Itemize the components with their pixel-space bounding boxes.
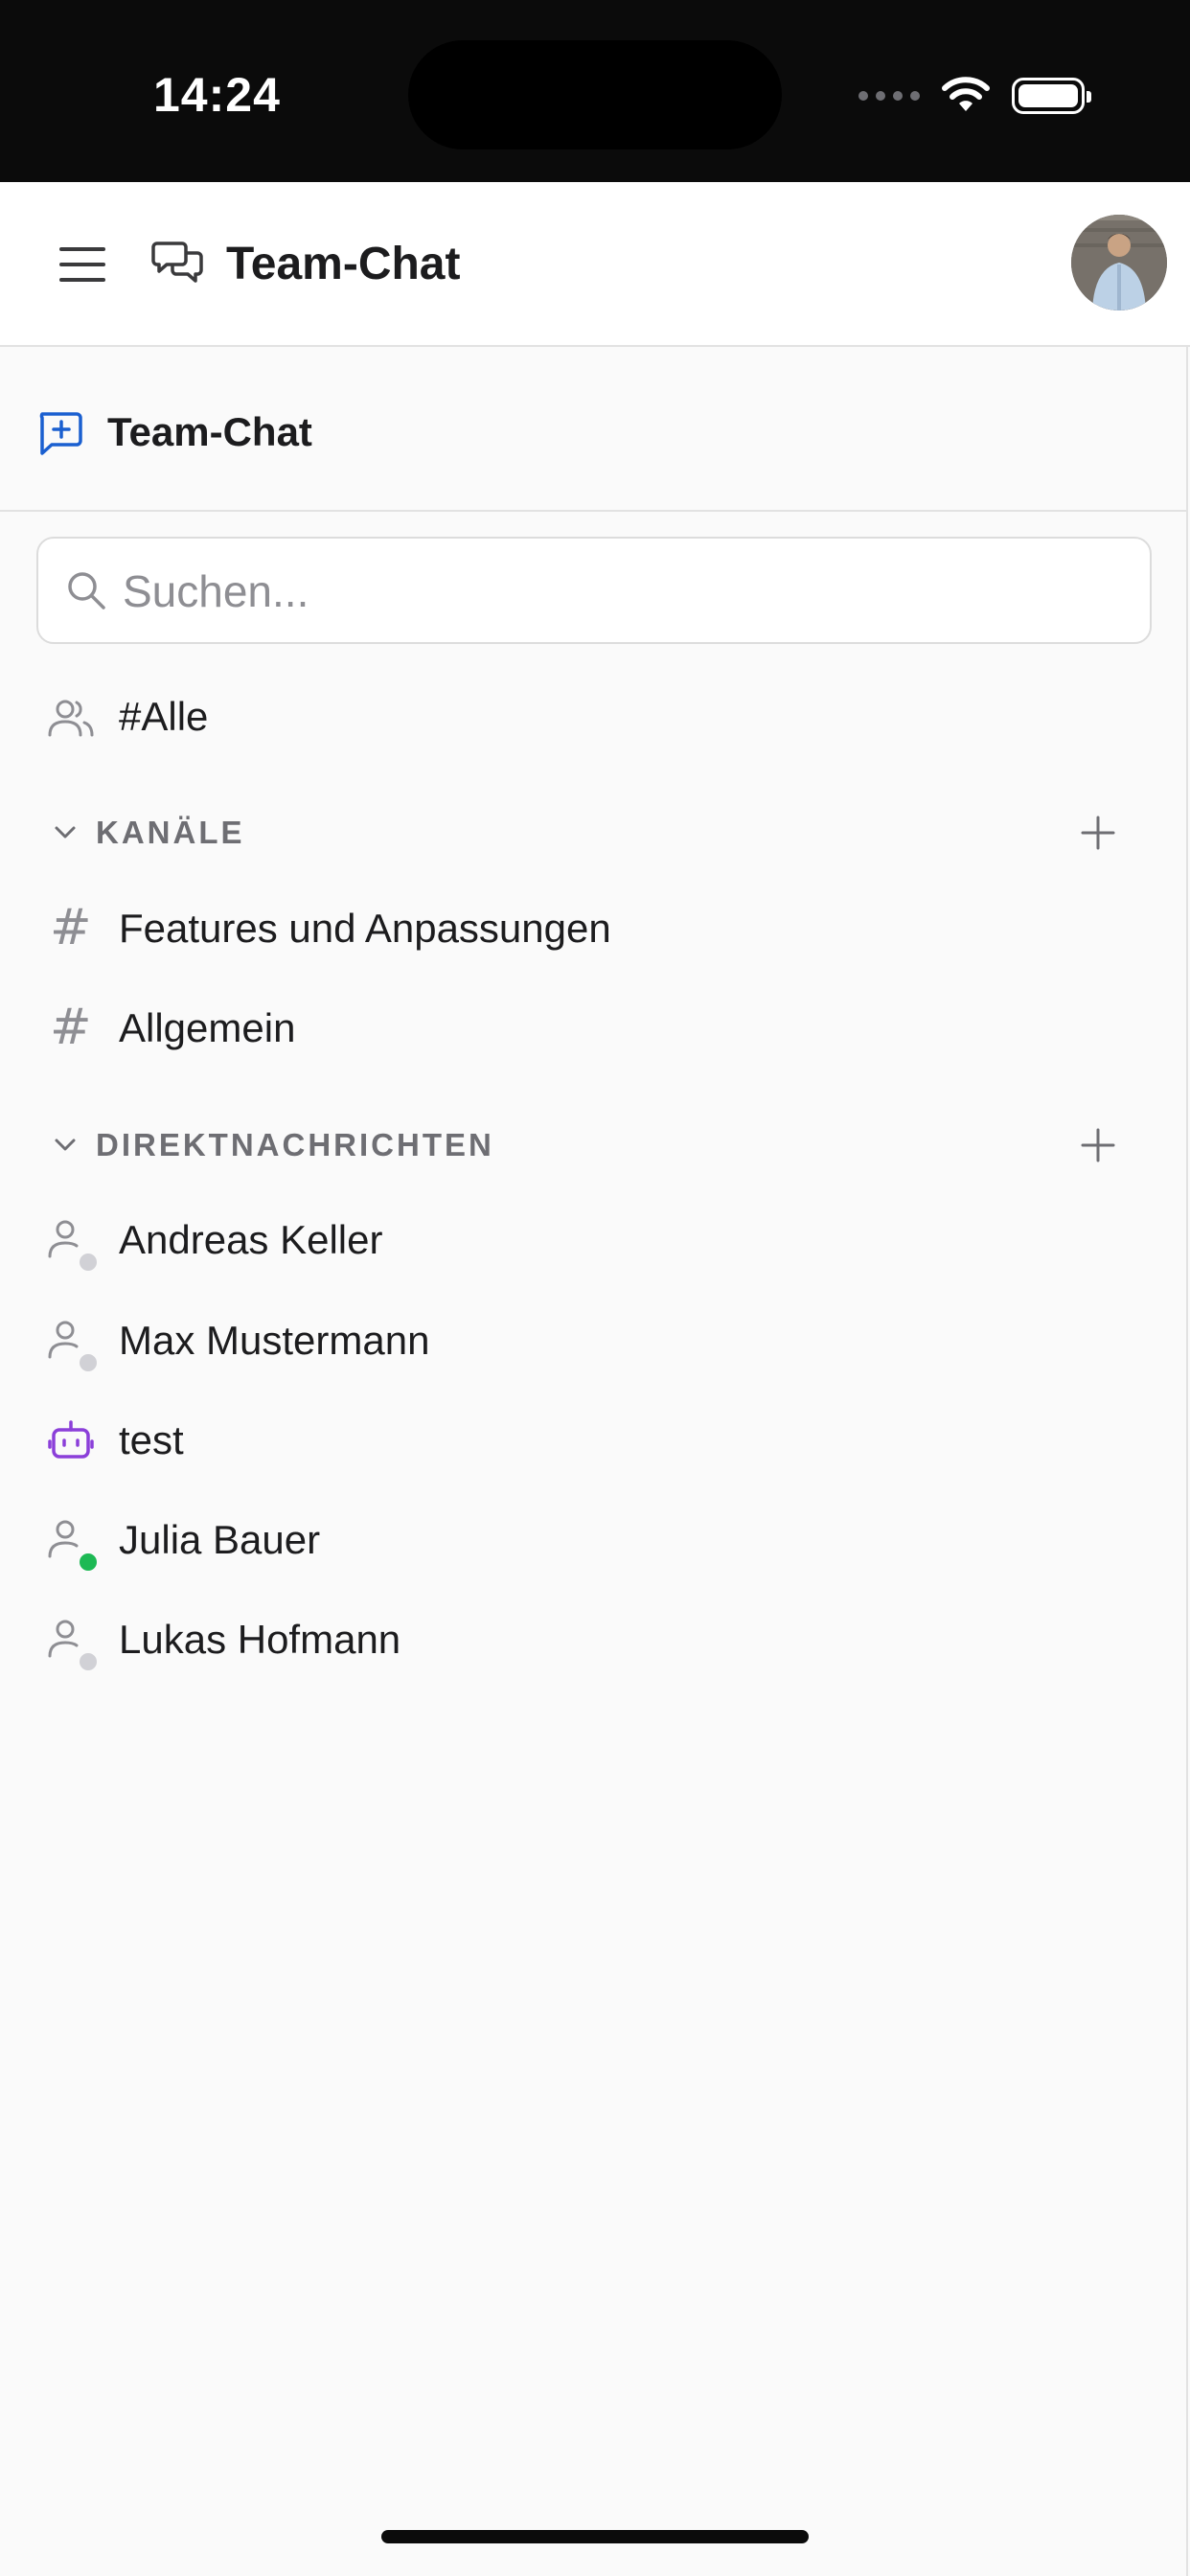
- section-title: Team-Chat: [107, 409, 312, 454]
- dm-label: test: [119, 1417, 184, 1462]
- menu-icon[interactable]: [56, 238, 109, 291]
- search-box: [36, 537, 1152, 644]
- add-direct-message-icon[interactable]: [1075, 1122, 1121, 1168]
- hash-icon: #: [50, 899, 92, 956]
- app-bar: Team-Chat: [0, 182, 1190, 347]
- dm-item[interactable]: Lukas Hofmann: [0, 1597, 1188, 1683]
- dm-item[interactable]: Andreas Keller: [0, 1197, 1188, 1283]
- hash-icon: #: [50, 999, 92, 1056]
- chevron-down-icon: [55, 1138, 76, 1151]
- chat-bubbles-icon: [151, 242, 203, 283]
- channel-item[interactable]: # Allgemein: [0, 985, 1188, 1071]
- presence-offline-indicator: [77, 1351, 100, 1374]
- channels-group-label: KANÄLE: [96, 815, 245, 850]
- dm-label: Julia Bauer: [119, 1517, 321, 1562]
- sidebar-item-all[interactable]: #Alle: [0, 674, 1188, 760]
- status-indicators: [858, 69, 1091, 123]
- chevron-down-icon: [55, 826, 76, 839]
- presence-offline-indicator: [77, 1650, 100, 1673]
- wifi-icon: [942, 77, 990, 111]
- presence-online-indicator: [77, 1551, 100, 1574]
- channel-label: Features und Anpassungen: [119, 906, 611, 951]
- dm-item[interactable]: Julia Bauer: [0, 1497, 1188, 1583]
- home-indicator[interactable]: [381, 2530, 809, 2543]
- channel-label: Allgemein: [119, 1005, 296, 1050]
- search-icon: [68, 572, 105, 610]
- dm-item[interactable]: Max Mustermann: [0, 1298, 1188, 1384]
- status-time: 14:24: [153, 68, 281, 122]
- dm-group-label: DIREKTNACHRICHTEN: [96, 1127, 494, 1162]
- add-channel-icon[interactable]: [1075, 810, 1121, 856]
- page-title: Team-Chat: [226, 239, 461, 289]
- dm-label: Lukas Hofmann: [119, 1617, 401, 1662]
- sidebar-item-label: #Alle: [119, 694, 209, 739]
- dm-label: Andreas Keller: [119, 1217, 383, 1262]
- dynamic-island: [408, 40, 782, 150]
- avatar[interactable]: [1071, 215, 1167, 310]
- dm-label: Max Mustermann: [119, 1318, 430, 1363]
- users-icon: [48, 700, 94, 737]
- search-input[interactable]: [123, 558, 1119, 625]
- bot-icon: [48, 1420, 94, 1459]
- dm-group-header[interactable]: DIREKTNACHRICHTEN: [0, 1107, 1188, 1184]
- dm-item[interactable]: test: [0, 1397, 1188, 1484]
- channel-item[interactable]: # Features und Anpassungen: [0, 886, 1188, 972]
- chat-section-header: Team-Chat: [0, 347, 1188, 512]
- new-message-icon[interactable]: [34, 408, 84, 458]
- status-bar: 14:24: [0, 0, 1190, 182]
- presence-offline-indicator: [77, 1251, 100, 1274]
- cellular-signal-icon: [858, 91, 920, 101]
- channels-group-header[interactable]: KANÄLE: [0, 794, 1188, 871]
- battery-icon: [1012, 78, 1091, 114]
